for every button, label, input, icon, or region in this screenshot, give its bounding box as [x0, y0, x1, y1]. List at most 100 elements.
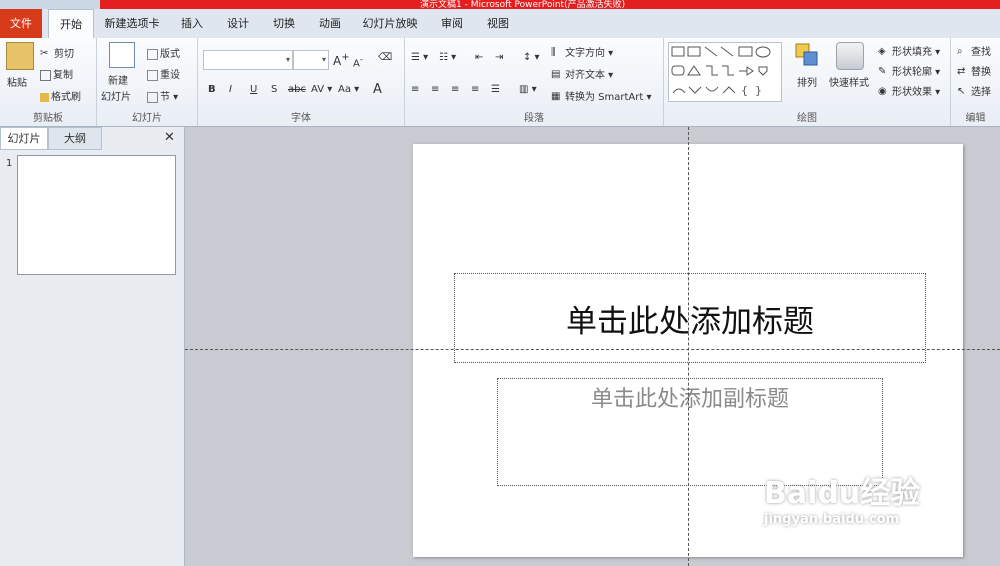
- shape-outline-button[interactable]: ✎ 形状轮廓 ▾: [878, 63, 940, 78]
- copy-icon: [40, 69, 51, 81]
- convert-smartart-button[interactable]: ▦ 转换为 SmartArt ▾: [551, 88, 652, 103]
- tab-insert[interactable]: 插入: [172, 9, 212, 38]
- find-button[interactable]: ⌕ 查找: [957, 43, 991, 58]
- smartart-icon: ▦: [551, 91, 561, 102]
- clipboard-group-label: 剪贴板: [33, 113, 63, 124]
- title-placeholder-text: 单击此处添加标题: [566, 304, 814, 340]
- baidu-watermark: Baidu经验 jingyan.baidu.com: [764, 468, 920, 527]
- vertical-guide[interactable]: [688, 127, 689, 566]
- decrease-indent-icon[interactable]: ⇤: [475, 52, 483, 63]
- new-slide-icon[interactable]: [109, 42, 135, 68]
- title-bar: 演示文稿1 - Microsoft PowerPoint(产品激活失败): [0, 0, 1000, 9]
- align-text-icon: ▤: [551, 69, 561, 80]
- quick-styles-icon[interactable]: [836, 42, 864, 70]
- text-direction-button[interactable]: ⫼ 文字方向 ▾: [551, 44, 613, 59]
- slides-group-label: 幻灯片: [132, 113, 162, 124]
- new-slide-label-2[interactable]: 幻灯片: [101, 88, 131, 103]
- editing-group-label: 编辑: [965, 113, 986, 124]
- reset-button[interactable]: 重设: [147, 66, 180, 81]
- font-color-button[interactable]: A: [373, 82, 382, 97]
- font-size-combo[interactable]: ▾: [293, 50, 329, 70]
- watermark-url: jingyan.baidu.com: [764, 512, 900, 527]
- grow-font-button[interactable]: A+: [333, 52, 350, 68]
- shadow-button[interactable]: S: [271, 84, 277, 95]
- shape-effects-button[interactable]: ◉ 形状效果 ▾: [878, 83, 940, 98]
- underline-button[interactable]: U: [250, 84, 257, 95]
- tab-slideshow[interactable]: 幻灯片放映: [358, 9, 422, 38]
- tab-home[interactable]: 开始: [48, 9, 94, 40]
- increase-indent-icon[interactable]: ⇥: [495, 52, 503, 63]
- bold-button[interactable]: B: [208, 84, 216, 95]
- paste-icon[interactable]: [6, 42, 34, 70]
- font-group-label: 字体: [291, 113, 311, 124]
- justify-icon[interactable]: ≡: [471, 84, 479, 95]
- arrange-icon[interactable]: [794, 42, 820, 68]
- select-button[interactable]: ↖ 选择: [957, 83, 991, 98]
- clipboard-group: 粘贴 ✂ 剪切 复制 格式刷 剪贴板: [0, 38, 97, 126]
- binoculars-icon: ⌕: [957, 46, 963, 57]
- text-direction-icon: ⫼: [551, 47, 556, 58]
- effects-icon: ◉: [878, 86, 887, 97]
- scissors-icon: ✂: [40, 48, 49, 59]
- cut-button[interactable]: ✂ 剪切: [40, 45, 74, 60]
- close-panel-icon[interactable]: ✕: [164, 130, 175, 145]
- format-painter-button[interactable]: 格式刷: [40, 88, 81, 103]
- section-icon: [147, 91, 158, 103]
- align-text-button[interactable]: ▤ 对齐文本 ▾: [551, 66, 613, 81]
- paragraph-group: ☰ ▾ ☷ ▾ ⇤ ⇥ ↕ ▾ ⫼ 文字方向 ▾ ▤ 对齐文本 ▾ ▦ 转换为 Sma…: [405, 38, 664, 126]
- tab-new-tab[interactable]: 新建选项卡: [100, 9, 164, 38]
- strikethrough-button[interactable]: abc: [288, 84, 306, 95]
- shapes-gallery[interactable]: { }: [668, 42, 782, 102]
- numbering-icon[interactable]: ☷ ▾: [439, 52, 456, 63]
- drawing-group-label: 绘图: [797, 113, 817, 124]
- tab-transitions[interactable]: 切换: [264, 9, 304, 38]
- line-spacing-icon[interactable]: ↕ ▾: [523, 52, 540, 63]
- tab-view[interactable]: 视图: [478, 9, 518, 38]
- clear-format-icon[interactable]: ⌫: [378, 52, 392, 63]
- paste-button[interactable]: 粘贴: [7, 74, 27, 89]
- align-right-icon[interactable]: ≡: [451, 84, 459, 95]
- reset-icon: [147, 69, 158, 81]
- section-button[interactable]: 节 ▾: [147, 88, 178, 103]
- distributed-icon[interactable]: ☰: [491, 84, 500, 95]
- tab-file[interactable]: 文件: [0, 9, 42, 38]
- new-slide-label-1[interactable]: 新建: [108, 72, 128, 87]
- align-center-icon[interactable]: ≡: [431, 84, 439, 95]
- quick-styles-button[interactable]: 快速样式: [829, 74, 869, 89]
- tab-review[interactable]: 审阅: [432, 9, 472, 38]
- char-spacing-button[interactable]: AV ▾: [311, 84, 332, 95]
- tab-animations[interactable]: 动画: [310, 9, 350, 38]
- subtitle-placeholder-text: 单击此处添加副标题: [590, 387, 789, 412]
- columns-icon[interactable]: ▥ ▾: [519, 84, 537, 95]
- shapes-gallery-icons: { }: [671, 46, 771, 97]
- replace-icon: ⇄: [957, 66, 966, 77]
- copy-button[interactable]: 复制: [40, 66, 73, 81]
- panel-tab-outline[interactable]: 大纲: [48, 127, 102, 150]
- quick-access-toolbar[interactable]: [0, 0, 100, 9]
- brush-icon: [40, 92, 49, 102]
- italic-button[interactable]: I: [229, 84, 232, 95]
- paragraph-group-label: 段落: [524, 113, 544, 124]
- font-name-combo[interactable]: ▾: [203, 50, 293, 70]
- layout-button[interactable]: 版式: [147, 45, 180, 60]
- shrink-font-button[interactable]: A-: [353, 54, 363, 69]
- replace-button[interactable]: ⇄ 替换: [957, 63, 991, 78]
- ribbon-tabs: 文件 开始 新建选项卡 插入 设计 切换 动画 幻灯片放映 审阅 视图: [0, 9, 1000, 40]
- tab-design[interactable]: 设计: [218, 9, 258, 38]
- shape-fill-button[interactable]: ◈ 形状填充 ▾: [878, 43, 940, 58]
- horizontal-guide[interactable]: [185, 349, 1000, 350]
- arrange-button[interactable]: 排列: [797, 74, 817, 89]
- align-left-icon[interactable]: ≡: [411, 84, 419, 95]
- change-case-button[interactable]: Aa ▾: [338, 84, 359, 95]
- watermark-brand: Baidu经验: [764, 476, 921, 511]
- bullets-icon[interactable]: ☰ ▾: [411, 52, 428, 63]
- slide-number: 1: [6, 158, 13, 169]
- slide-thumbnail[interactable]: [17, 155, 176, 275]
- window-title: 演示文稿1 - Microsoft PowerPoint(产品激活失败): [420, 0, 626, 9]
- drawing-group: { } 排列 快速样式 ◈ 形状填充 ▾ ✎ 形状轮廓 ▾ ◉ 形状效果 ▾ 绘图: [664, 38, 951, 126]
- svg-text:}: }: [755, 84, 762, 97]
- slides-group: 新建 幻灯片 版式 重设 节 ▾ 幻灯片: [97, 38, 198, 126]
- pen-icon: ✎: [878, 66, 887, 77]
- svg-text:{: {: [741, 84, 748, 97]
- panel-tab-slides[interactable]: 幻灯片: [0, 127, 48, 150]
